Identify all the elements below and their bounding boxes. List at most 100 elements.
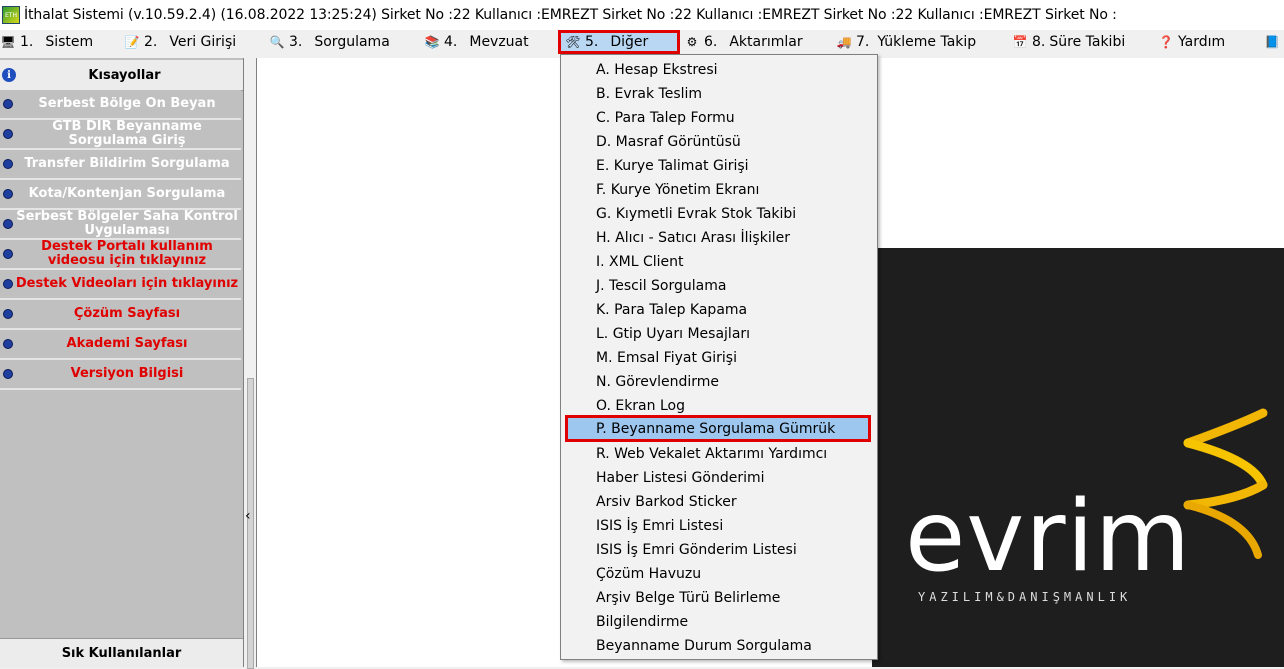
shortcut-cozum-sayfasi[interactable]: Çözüm Sayfası [0, 300, 241, 330]
calendar-icon: 📅 [1012, 35, 1028, 49]
menu-label: Yükleme Takip [877, 34, 977, 50]
logo-wordmark: evrim [905, 480, 1192, 594]
menu-label: Sorgulama [314, 34, 390, 50]
shortcut-label: Serbest Bölgeler Saha Kontrol Uygulaması [16, 210, 238, 238]
menu-aktarimlar[interactable]: ⚙ 6. Aktarımlar [684, 30, 803, 54]
menu-item-haber-listesi[interactable]: Haber Listesi Gönderimi [565, 466, 871, 490]
computer-icon: 🖥 [0, 35, 16, 49]
menu-number: 3. [289, 34, 303, 50]
diger-dropdown-menu: A. Hesap Ekstresi B. Evrak Teslim C. Par… [560, 54, 878, 660]
menu-label: Veri Girişi [169, 34, 237, 50]
menu-sorgulama[interactable]: 🔍 3. Sorgulama [269, 30, 390, 54]
menu-veri-girisi[interactable]: 📝 2. Veri Girişi [124, 30, 237, 54]
favorites-label: Sık Kullanılanlar [61, 646, 182, 661]
bullet-icon [3, 189, 13, 199]
bullet-icon [3, 219, 13, 229]
shortcut-label: Versiyon Bilgisi [70, 367, 184, 381]
shortcut-label: GTB DIR Beyanname Sorgulama Giriş [52, 120, 202, 148]
panel-splitter[interactable]: ‹ [244, 58, 256, 669]
collapse-left-icon[interactable]: ‹ [245, 508, 251, 524]
menu-label: Mevzuat [469, 34, 529, 50]
menu-sistem[interactable]: 🖥 1. Sistem [0, 30, 93, 54]
menu-item-para-talep-formu[interactable]: C. Para Talep Formu [565, 106, 871, 130]
help-icon: ❓ [1158, 35, 1174, 49]
menu-label: Sistem [45, 34, 94, 50]
shortcut-label: Transfer Bildirim Sorgulama [24, 157, 230, 171]
logo-swirl-icon [1183, 408, 1268, 559]
shortcut-destek-videolari[interactable]: Destek Videoları için tıklayınız [0, 270, 241, 300]
menu-item-gorevlendirme[interactable]: N. Görevlendirme [565, 370, 871, 394]
menu-item-alici-satici[interactable]: H. Alıcı - Satıcı Arası İlişkiler [565, 226, 871, 250]
menu-item-kurye-yonetim-ekrani[interactable]: F. Kurye Yönetim Ekranı [565, 178, 871, 202]
logo-tagline: YAZILIM&DANIŞMANLIK [918, 590, 1132, 604]
menu-item-masraf-goruntusu[interactable]: D. Masraf Görüntüsü [565, 130, 871, 154]
menu-bar: 🖥 1. Sistem 📝 2. Veri Girişi 🔍 3. Sorgul… [0, 30, 1284, 54]
book-icon: 📘 [1264, 35, 1280, 49]
menu-item-arsiv-barkod[interactable]: Arsiv Barkod Sticker [565, 490, 871, 514]
shortcuts-header[interactable]: i Kısayollar [0, 60, 243, 91]
menu-sure-takibi[interactable]: 📅 8. Süre Takibi [1012, 30, 1126, 54]
menu-item-emsal-fiyat[interactable]: M. Emsal Fiyat Girişi [565, 346, 871, 370]
menu-label: Yardım [1178, 34, 1226, 50]
shortcut-label: Destek Videoları için tıklayınız [15, 277, 239, 291]
bullet-icon [3, 369, 13, 379]
magnifier-icon: 🔍 [269, 35, 285, 49]
menu-item-tescil-sorgulama[interactable]: J. Tescil Sorgulama [565, 274, 871, 298]
menu-extra[interactable]: 📘 [1264, 30, 1284, 54]
tools-icon: 🛠 [565, 35, 581, 49]
menu-number: 4. [444, 34, 458, 50]
shortcut-label: Destek Portalı kullanım videosu için tık… [41, 240, 213, 268]
shortcut-saha-kontrol[interactable]: Serbest Bölgeler Saha Kontrol Uygulaması [0, 210, 241, 240]
menu-yardim[interactable]: ❓ Yardım [1158, 30, 1226, 54]
menu-label: Süre Takibi [1049, 34, 1126, 50]
info-icon: i [2, 68, 16, 82]
shortcut-transfer-bildirim[interactable]: Transfer Bildirim Sorgulama [0, 150, 241, 180]
menu-number: 1. [20, 34, 34, 50]
menu-item-arsiv-belge-turu[interactable]: Arşiv Belge Türü Belirleme [565, 586, 871, 610]
menu-item-kurye-talimat-girisi[interactable]: E. Kurye Talimat Girişi [565, 154, 871, 178]
menu-item-para-talep-kapama[interactable]: K. Para Talep Kapama [565, 298, 871, 322]
shortcut-akademi-sayfasi[interactable]: Akademi Sayfası [0, 330, 241, 360]
shortcut-destek-portali[interactable]: Destek Portalı kullanım videosu için tık… [0, 240, 241, 270]
menu-item-evrak-teslim[interactable]: B. Evrak Teslim [565, 82, 871, 106]
favorites-header[interactable]: Sık Kullanılanlar [0, 638, 243, 668]
shortcut-gtb-dir[interactable]: GTB DIR Beyanname Sorgulama Giriş [0, 120, 241, 150]
menu-item-isis-is-emri-listesi[interactable]: ISIS İş Emri Listesi [565, 514, 871, 538]
menu-item-gtip-uyari[interactable]: L. Gtip Uyarı Mesajları [565, 322, 871, 346]
bullet-icon [3, 249, 13, 259]
menu-item-hesap-ekstresi[interactable]: A. Hesap Ekstresi [565, 58, 871, 82]
menu-label: Diğer [610, 34, 649, 50]
bullet-icon [3, 99, 13, 109]
menu-number: 5. [585, 34, 599, 50]
menu-item-beyanname-sorgulama-gumruk[interactable]: P. Beyanname Sorgulama Gümrük [565, 415, 871, 442]
menu-item-beyanname-durum[interactable]: Beyanname Durum Sorgulama [565, 634, 871, 658]
shortcut-label: Serbest Bölge Ön Beyan [38, 97, 216, 111]
title-bar: ETH İthalat Sistemi (v.10.59.2.4) (16.08… [0, 0, 1284, 30]
shortcuts-panel: i Kısayollar Serbest Bölge Ön Beyan GTB … [0, 58, 244, 668]
shortcut-kota-kontenjan[interactable]: Kota/Kontenjan Sorgulama [0, 180, 241, 210]
shortcut-serbest-bolge-on-beyan[interactable]: Serbest Bölge Ön Beyan [0, 90, 241, 120]
notepad-icon: 📝 [124, 35, 140, 49]
menu-item-web-vekalet[interactable]: R. Web Vekalet Aktarımı Yardımcı [565, 442, 871, 466]
books-icon: 📚 [424, 35, 440, 49]
menu-mevzuat[interactable]: 📚 4. Mevzuat [424, 30, 529, 54]
shortcut-versiyon-bilgisi[interactable]: Versiyon Bilgisi [0, 360, 241, 390]
menu-number: 6. [704, 34, 718, 50]
menu-label: Aktarımlar [729, 34, 803, 50]
app-icon: ETH [2, 6, 20, 24]
shortcut-label: Çözüm Sayfası [73, 307, 181, 321]
menu-item-cozum-havuzu[interactable]: Çözüm Havuzu [565, 562, 871, 586]
bullet-icon [3, 309, 13, 319]
menu-item-isis-is-emri-gonderim[interactable]: ISIS İş Emri Gönderim Listesi [565, 538, 871, 562]
menu-item-xml-client[interactable]: I. XML Client [565, 250, 871, 274]
truck-icon: 🚚 [836, 35, 852, 49]
shortcuts-header-label: Kısayollar [88, 67, 161, 83]
bullet-icon [3, 129, 13, 139]
menu-item-kiymetli-evrak[interactable]: G. Kıymetli Evrak Stok Takibi [565, 202, 871, 226]
shortcut-label: Akademi Sayfası [66, 337, 188, 351]
menu-diger[interactable]: 🛠 5. Diğer [558, 30, 680, 54]
menu-number: 8. [1032, 34, 1046, 50]
menu-yukleme-takip[interactable]: 🚚 7. Yükleme Takip [836, 30, 977, 54]
window-title: İthalat Sistemi (v.10.59.2.4) (16.08.202… [24, 7, 1117, 23]
menu-item-bilgilendirme[interactable]: Bilgilendirme [565, 610, 871, 634]
